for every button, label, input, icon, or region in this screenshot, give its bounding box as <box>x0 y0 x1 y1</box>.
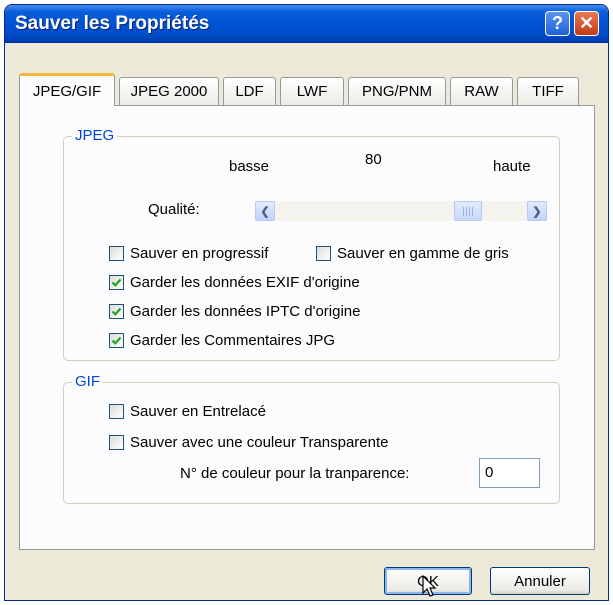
keep-iptc-label: Garder les données IPTC d'origine <box>130 303 361 320</box>
color-index-label: N° de couleur pour la tranparence: <box>180 465 410 482</box>
quality-value: 80 <box>365 151 382 168</box>
tab-label: JPEG 2000 <box>130 83 208 100</box>
interlaced-label: Sauver en Entrelacé <box>130 403 266 420</box>
tab-panel: JPEG basse 80 haute Qualité: ❮ ❯ Sauver … <box>19 105 595 550</box>
tab-label: RAW <box>464 83 499 100</box>
checkmark-icon <box>111 307 122 316</box>
tab-jpeg-2000[interactable]: JPEG 2000 <box>119 77 219 105</box>
tab-label: LWF <box>296 83 328 100</box>
tab-jpeg-gif[interactable]: JPEG/GIF <box>19 73 115 106</box>
quality-slider[interactable]: ❮ ❯ <box>255 201 547 221</box>
keep-comments-label: Garder les Commentaires JPG <box>130 332 336 349</box>
grayscale-label: Sauver en gamme de gris <box>337 245 509 262</box>
help-icon: ? <box>552 13 563 33</box>
save-properties-dialog: Sauver les Propriétés ? ✕ JPEG/GIF JPEG … <box>4 4 609 601</box>
window-title: Sauver les Propriétés <box>15 13 210 34</box>
jpeg-group: JPEG basse 80 haute Qualité: ❮ ❯ Sauver … <box>63 127 560 361</box>
tab-label: LDF <box>235 83 264 100</box>
cancel-label: Annuler <box>514 572 566 590</box>
tab-png-pnm[interactable]: PNG/PNM <box>348 77 446 105</box>
checkmark-icon <box>111 336 122 345</box>
close-icon: ✕ <box>578 13 595 33</box>
scroll-right-button[interactable]: ❯ <box>527 201 547 221</box>
tab-label: JPEG/GIF <box>32 82 102 100</box>
keep-comments-checkbox[interactable] <box>109 333 124 348</box>
grip-icon <box>463 207 474 216</box>
tab-lwf[interactable]: LWF <box>280 77 344 105</box>
grayscale-checkbox[interactable] <box>316 246 331 261</box>
tab-label: TIFF <box>532 83 564 100</box>
close-button[interactable]: ✕ <box>574 11 599 36</box>
title-bar[interactable]: Sauver les Propriétés ? ✕ <box>5 5 608 43</box>
help-button[interactable]: ? <box>545 11 570 36</box>
keep-iptc-checkbox[interactable] <box>109 304 124 319</box>
transparent-color-checkbox[interactable] <box>109 435 124 450</box>
progressive-label: Sauver en progressif <box>130 245 269 262</box>
jpeg-legend: JPEG <box>72 127 118 144</box>
keep-exif-label: Garder les données EXIF d'origine <box>130 274 360 291</box>
progressive-checkbox[interactable] <box>109 246 124 261</box>
dialog-body: JPEG/GIF JPEG 2000 LDF LWF PNG/PNM RAW T… <box>9 43 604 598</box>
cancel-button[interactable]: Annuler <box>490 567 590 595</box>
quality-slider-thumb[interactable] <box>454 201 483 221</box>
quality-low-label: basse <box>229 158 270 175</box>
tab-raw[interactable]: RAW <box>450 77 513 105</box>
interlaced-checkbox[interactable] <box>109 404 124 419</box>
checkmark-icon <box>111 278 122 287</box>
mouse-cursor-icon <box>422 574 438 600</box>
gif-legend: GIF <box>72 373 103 390</box>
scroll-left-button[interactable]: ❮ <box>255 201 275 221</box>
tab-label: PNG/PNM <box>361 83 432 100</box>
keep-exif-checkbox[interactable] <box>109 275 124 290</box>
chevron-left-icon: ❮ <box>260 205 270 218</box>
chevron-right-icon: ❯ <box>532 205 542 218</box>
gif-group: GIF Sauver en Entrelacé Sauver avec une … <box>63 373 560 504</box>
tab-ldf[interactable]: LDF <box>223 77 276 105</box>
tab-tiff[interactable]: TIFF <box>517 77 579 105</box>
quality-high-label: haute <box>493 158 531 175</box>
quality-label: Qualité: <box>148 201 200 218</box>
transparent-color-label: Sauver avec une couleur Transparente <box>130 434 389 451</box>
color-index-input[interactable]: 0 <box>479 458 540 488</box>
